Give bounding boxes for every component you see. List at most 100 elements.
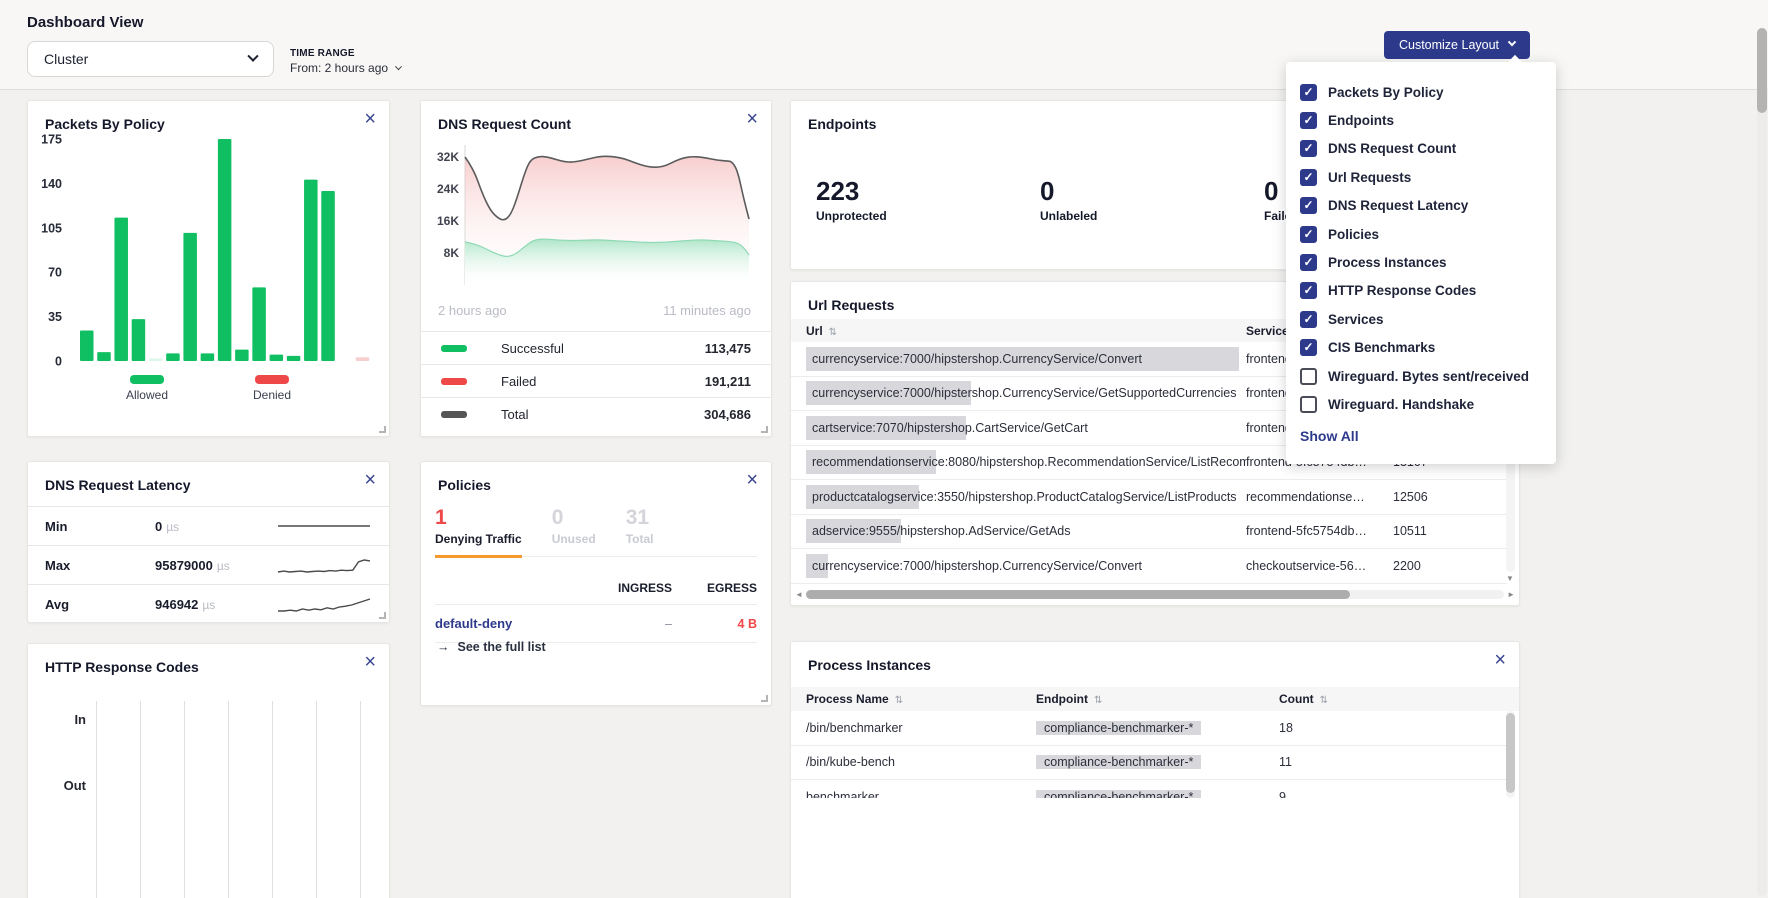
scrollbar-thumb[interactable] xyxy=(1757,28,1767,113)
count-cell: 2200 xyxy=(1393,559,1507,573)
card-title: Policies xyxy=(438,477,491,493)
customize-menu-item[interactable]: HTTP Response Codes xyxy=(1300,277,1556,305)
policy-egress-value: 4 B xyxy=(672,617,757,631)
customize-layout-button[interactable]: Customize Layout xyxy=(1384,31,1530,59)
close-icon[interactable] xyxy=(746,109,758,129)
show-all-link[interactable]: Show All xyxy=(1300,428,1556,444)
scrollbar-thumb[interactable] xyxy=(806,590,1351,599)
legend-row: Failed191,211 xyxy=(421,364,771,397)
customize-menu-item[interactable]: CIS Benchmarks xyxy=(1300,334,1556,362)
see-full-list-link[interactable]: See the full list xyxy=(437,640,546,654)
policies-tab[interactable]: 0Unused xyxy=(552,506,596,556)
url-table-row[interactable]: productcatalogservice:3550/hipstershop.P… xyxy=(791,480,1507,515)
customize-menu-item[interactable]: Endpoints xyxy=(1300,106,1556,134)
endpoint-stat: 223Unprotected xyxy=(816,176,1040,223)
page-scrollbar[interactable] xyxy=(1757,28,1767,896)
scroll-down-icon[interactable]: ▼ xyxy=(1506,574,1514,583)
resize-handle[interactable] xyxy=(379,612,386,619)
customize-menu-item[interactable]: DNS Request Latency xyxy=(1300,192,1556,220)
customize-menu-item[interactable]: DNS Request Count xyxy=(1300,135,1556,163)
checkbox-checked-icon[interactable] xyxy=(1300,339,1317,356)
customize-menu-item[interactable]: Process Instances xyxy=(1300,248,1556,276)
checkbox-checked-icon[interactable] xyxy=(1300,226,1317,243)
url-cell: recommendationservice:8080/hipstershop.R… xyxy=(806,450,1246,474)
close-icon[interactable] xyxy=(364,470,376,490)
count-cell: 12506 xyxy=(1393,490,1507,504)
card-title: DNS Request Latency xyxy=(45,477,190,493)
url-highlight: currencyservice:7000/hipstershop.Currenc… xyxy=(806,347,1239,371)
column-header[interactable]: Process Name xyxy=(806,692,1036,706)
column-header[interactable]: Count xyxy=(1279,692,1519,706)
stat-value: 223 xyxy=(816,176,1040,207)
column-header[interactable]: Url xyxy=(806,324,1246,338)
resize-handle[interactable] xyxy=(761,426,768,433)
card-title: DNS Request Count xyxy=(438,116,571,132)
column-header[interactable]: Endpoint xyxy=(1036,692,1279,706)
close-icon[interactable] xyxy=(746,470,758,490)
horizontal-scrollbar[interactable]: ◄ ► xyxy=(795,589,1515,600)
vertical-scrollbar[interactable] xyxy=(1506,711,1515,798)
close-icon[interactable] xyxy=(364,652,376,672)
checkbox-checked-icon[interactable] xyxy=(1300,112,1317,129)
svg-text:0: 0 xyxy=(55,355,62,369)
scroll-right-icon[interactable]: ► xyxy=(1507,591,1515,599)
menu-item-label: Process Instances xyxy=(1328,255,1447,270)
url-cell: currencyservice:7000/hipstershop.Currenc… xyxy=(806,347,1246,371)
customize-menu-item[interactable]: Services xyxy=(1300,305,1556,333)
latency-rows: Min0µsMax95879000µsAvg946942µs xyxy=(28,506,389,623)
checkbox-checked-icon[interactable] xyxy=(1300,254,1317,271)
checkbox-unchecked-icon[interactable] xyxy=(1300,396,1317,413)
url-cell: productcatalogservice:3550/hipstershop.P… xyxy=(806,485,1246,509)
latency-sparkline xyxy=(276,515,372,537)
close-icon[interactable] xyxy=(1494,650,1506,670)
policy-name-link[interactable]: default-deny xyxy=(435,616,587,631)
endpoints-stats: 223Unprotected0Unlabeled0Failed xyxy=(816,176,1299,223)
scroll-left-icon[interactable]: ◄ xyxy=(795,591,803,599)
policies-tab[interactable]: 31Total xyxy=(626,506,654,556)
url-table-row[interactable]: currencyservice:7000/hipstershop.Currenc… xyxy=(791,549,1507,584)
tab-count: 0 xyxy=(552,506,596,530)
dns-request-count-card: DNS Request Count 32K24K16K8K 2 hours ag… xyxy=(420,100,772,437)
checkbox-checked-icon[interactable] xyxy=(1300,197,1317,214)
packets-legend: AllowedDenied xyxy=(28,375,389,402)
svg-text:8K: 8K xyxy=(444,246,460,260)
url-table-row[interactable]: adservice:9555/hipstershop.AdService/Get… xyxy=(791,515,1507,550)
customize-menu-item[interactable]: Packets By Policy xyxy=(1300,78,1556,106)
latency-unit: µs xyxy=(217,559,230,573)
checkbox-checked-icon[interactable] xyxy=(1300,282,1317,299)
latency-sparkline xyxy=(276,593,372,615)
customize-menu-item[interactable]: Wireguard. Handshake xyxy=(1300,390,1556,418)
customize-menu-items: Packets By PolicyEndpointsDNS Request Co… xyxy=(1300,78,1556,419)
customize-menu-item[interactable]: Url Requests xyxy=(1300,163,1556,191)
legend-value: 304,686 xyxy=(704,407,751,422)
customize-menu-item[interactable]: Policies xyxy=(1300,220,1556,248)
menu-item-label: Wireguard. Bytes sent/received xyxy=(1328,369,1529,384)
view-selector[interactable]: Cluster xyxy=(27,41,274,77)
close-icon[interactable] xyxy=(364,109,376,129)
svg-text:175: 175 xyxy=(41,133,62,147)
checkbox-unchecked-icon[interactable] xyxy=(1300,368,1317,385)
time-range: TIME RANGE From: 2 hours ago xyxy=(290,48,401,75)
checkbox-checked-icon[interactable] xyxy=(1300,169,1317,186)
endpoint-highlight: compliance-benchmarker-* xyxy=(1036,721,1201,735)
checkbox-checked-icon[interactable] xyxy=(1300,311,1317,328)
time-range-from[interactable]: From: 2 hours ago xyxy=(290,61,401,75)
http-response-codes-card: HTTP Response Codes In Out xyxy=(27,643,390,898)
checkbox-checked-icon[interactable] xyxy=(1300,84,1317,101)
resize-handle[interactable] xyxy=(761,695,768,702)
policy-ingress-value: – xyxy=(587,617,672,631)
process-table-row[interactable]: benchmarkercompliance-benchmarker-*9 xyxy=(791,780,1507,798)
chevron-down-icon xyxy=(395,63,402,70)
process-table-row[interactable]: /bin/kube-benchcompliance-benchmarker-*1… xyxy=(791,746,1507,781)
grid-line xyxy=(184,701,185,898)
process-table-row[interactable]: /bin/benchmarkercompliance-benchmarker-*… xyxy=(791,711,1507,746)
service-cell: recommendationse… xyxy=(1246,490,1393,504)
scrollbar-thumb[interactable] xyxy=(1506,713,1515,793)
scrollbar-track[interactable] xyxy=(806,590,1504,599)
resize-handle[interactable] xyxy=(379,426,386,433)
legend-swatch xyxy=(441,411,467,418)
policies-tab[interactable]: 1Denying Traffic xyxy=(435,506,522,558)
customize-menu-item[interactable]: Wireguard. Bytes sent/received xyxy=(1300,362,1556,390)
url-cell: currencyservice:7000/hipstershop.Currenc… xyxy=(806,554,1246,578)
checkbox-checked-icon[interactable] xyxy=(1300,140,1317,157)
